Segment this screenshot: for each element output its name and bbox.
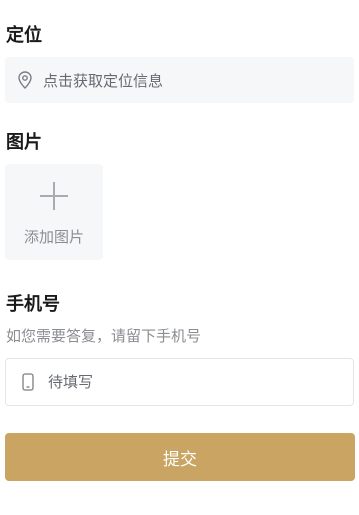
location-section-title: 定位: [6, 25, 42, 46]
location-placeholder: 点击获取定位信息: [43, 71, 164, 90]
add-image-label: 添加图片: [23, 228, 84, 246]
location-pin-icon: [17, 70, 33, 90]
phone-input[interactable]: [46, 372, 330, 392]
phone-hint: 如您需要答复，请留下手机号: [6, 327, 202, 345]
mobile-phone-icon: [20, 372, 36, 392]
phone-section-title: 手机号: [6, 294, 60, 315]
add-image-button[interactable]: 添加图片: [5, 164, 103, 260]
submit-button[interactable]: 提交: [5, 433, 355, 481]
plus-icon: [39, 181, 69, 211]
phone-field[interactable]: [5, 358, 354, 406]
image-section-title: 图片: [6, 132, 42, 153]
location-picker[interactable]: 点击获取定位信息: [5, 57, 354, 103]
